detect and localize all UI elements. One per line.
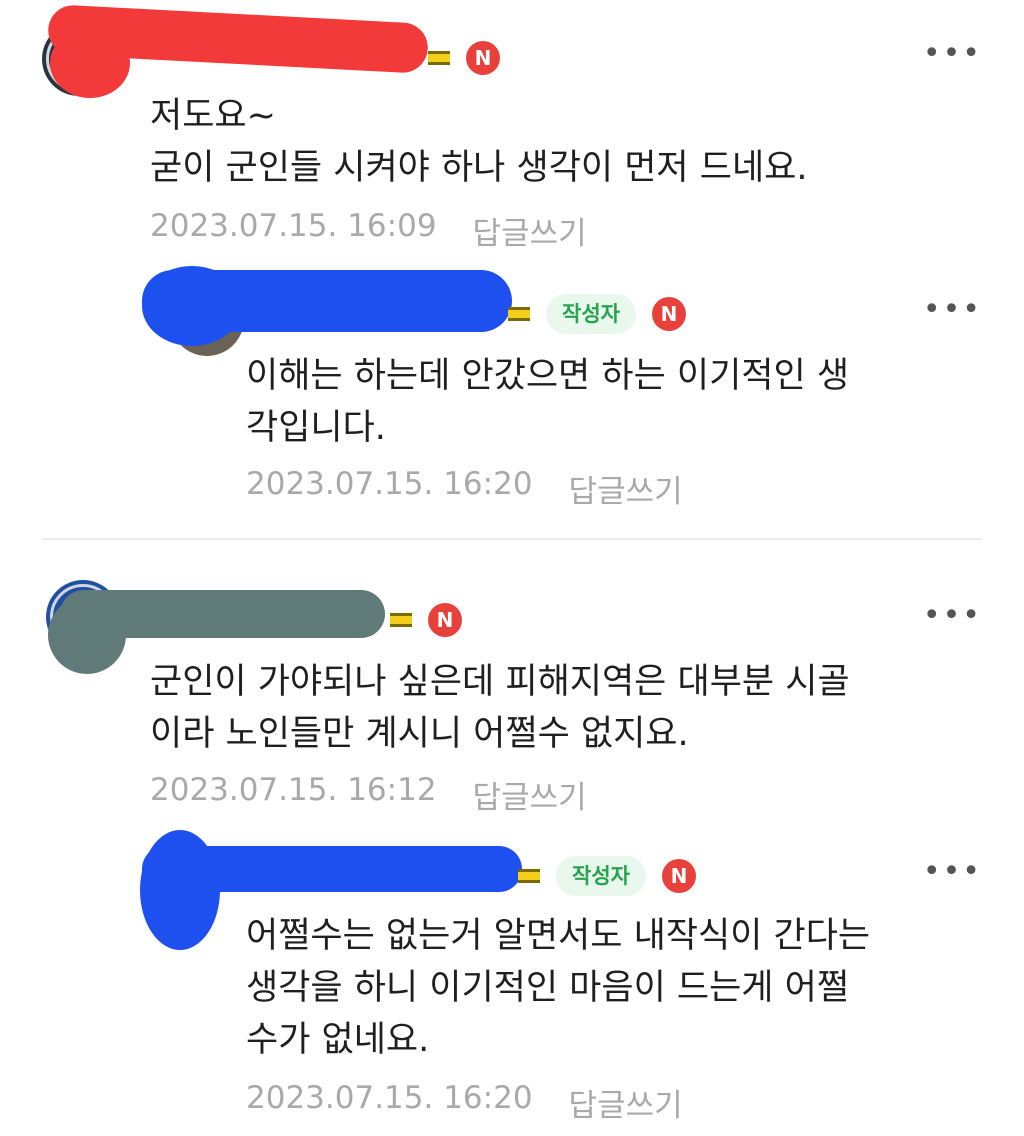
reply-button[interactable]: 답글쓰기 — [569, 1080, 683, 1125]
comment-date: 2023.07.15. 16:20 — [246, 1080, 533, 1116]
comment-meta: 2023.07.15. 16:12 답글쓰기 — [150, 772, 587, 817]
reply-button[interactable]: 답글쓰기 — [473, 208, 587, 253]
comment-date: 2023.07.15. 16:20 — [246, 466, 533, 502]
member-grade-icon — [428, 51, 450, 65]
new-badge: N — [651, 297, 686, 331]
new-badge: N — [466, 41, 500, 75]
redacted-avatar — [142, 266, 242, 346]
more-options-button[interactable]: ••• — [923, 601, 982, 631]
comment-date: 2023.07.15. 16:09 — [150, 208, 437, 244]
comment-header: N — [382, 600, 462, 640]
new-badge: N — [661, 859, 696, 893]
more-options-button[interactable]: ••• — [923, 295, 982, 325]
member-grade-icon — [508, 307, 530, 321]
redacted-avatar — [48, 596, 126, 674]
more-options-button[interactable]: ••• — [923, 39, 982, 69]
comment-header: N — [150, 38, 500, 78]
author-badge: 작성자 — [556, 856, 646, 896]
comment-text: 저도요~ 굳이 군인들 시켜야 하나 생각이 먼저 드네요. — [150, 96, 808, 188]
comment-text: 어쩔수는 없는거 알면서도 내작식이 간다는 생각을 하니 이기적인 마음이 드… — [246, 916, 871, 1060]
redacted-avatar — [50, 28, 130, 98]
comment-header: 작성자 N — [500, 294, 686, 334]
new-badge: N — [428, 603, 462, 637]
reply-button[interactable]: 답글쓰기 — [473, 772, 587, 817]
comment-header: 작성자 N — [510, 856, 696, 896]
author-badge: 작성자 — [546, 294, 636, 334]
redacted-avatar — [140, 830, 220, 950]
more-options-button[interactable]: ••• — [923, 857, 982, 887]
member-grade-icon — [390, 613, 412, 627]
comment-date: 2023.07.15. 16:12 — [150, 772, 437, 808]
comment-meta: 2023.07.15. 16:20 답글쓰기 — [246, 466, 683, 511]
comment-meta: 2023.07.15. 16:20 답글쓰기 — [246, 1080, 683, 1125]
member-grade-icon — [518, 869, 540, 883]
comment-meta: 2023.07.15. 16:09 답글쓰기 — [150, 208, 587, 253]
reply-button[interactable]: 답글쓰기 — [569, 466, 683, 511]
comment-text: 이해는 하는데 안갔으면 하는 이기적인 생 각입니다. — [246, 356, 850, 448]
comment-text: 군인이 가야되나 싶은데 피해지역은 대부분 시골 이라 노인들만 계시니 어쩔… — [150, 662, 850, 754]
divider — [42, 538, 982, 540]
